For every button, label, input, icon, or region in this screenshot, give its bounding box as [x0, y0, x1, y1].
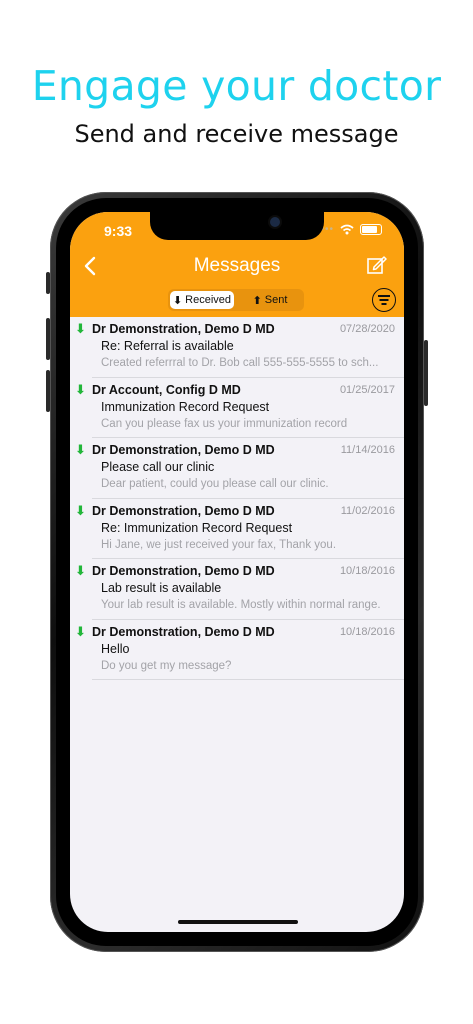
tab-received-label: Received [185, 294, 232, 306]
arrow-down-icon: ⬇ [172, 294, 183, 307]
message-sender: Dr Demonstration, Demo D MD [92, 564, 275, 578]
message-row[interactable]: ⬇ Dr Demonstration, Demo D MD 10/18/2016… [70, 620, 404, 680]
filter-icon-line [381, 303, 387, 305]
filter-icon-line [379, 299, 389, 301]
compose-button[interactable] [366, 254, 388, 276]
message-list: ⬇ Dr Demonstration, Demo D MD 07/28/2020… [70, 317, 404, 680]
received-arrow-icon: ⬇ [75, 442, 86, 457]
message-subject: Immunization Record Request [101, 399, 270, 414]
notch [150, 212, 324, 240]
message-row[interactable]: ⬇ Dr Demonstration, Demo D MD 07/28/2020… [70, 317, 404, 378]
message-preview: Can you please fax us your immunization … [101, 417, 348, 430]
message-subject: Hello [101, 641, 130, 656]
message-date: 11/14/2016 [340, 444, 395, 456]
tab-received[interactable]: ⬇ Received [170, 291, 234, 309]
message-subject: Lab result is available [101, 581, 222, 595]
nav-title: Messages [193, 255, 281, 276]
message-preview: Do you get my message? [101, 659, 232, 672]
message-preview: Dear patient, could you please call our … [101, 478, 329, 490]
compose-icon [367, 256, 387, 274]
row-divider [92, 679, 404, 680]
message-subject: Re: Referral is available [101, 339, 234, 353]
received-arrow-icon: ⬇ [75, 502, 86, 518]
filter-icon-line [378, 295, 390, 297]
received-sent-segment: ⬇ Received ⬆ Sent [168, 289, 304, 311]
message-subject: Re: Immunization Record Request [101, 520, 293, 535]
promo-headline: Engage your doctor [31, 62, 442, 110]
home-indicator [178, 920, 298, 924]
message-preview: Your lab result is available. Mostly wit… [101, 599, 381, 611]
status-time: 9:33 [104, 223, 133, 239]
promo-subheadline: Send and receive message [74, 120, 399, 148]
message-date: 07/28/2020 [339, 323, 395, 335]
message-sender: Dr Demonstration, Demo D MD [92, 624, 275, 639]
message-row[interactable]: ⬇ Dr Account, Config D MD 01/25/2017 Imm… [70, 378, 404, 438]
status-icons: •••• [316, 224, 382, 235]
message-date: 10/18/2016 [339, 565, 395, 577]
received-arrow-icon: ⬇ [75, 623, 86, 639]
message-row[interactable]: ⬇ Dr Demonstration, Demo D MD 10/18/2016… [70, 559, 404, 620]
received-arrow-icon: ⬇ [75, 381, 86, 397]
message-row[interactable]: ⬇ Dr Demonstration, Demo D MD 11/14/2016… [70, 438, 404, 499]
filter-button[interactable] [372, 288, 396, 312]
wifi-icon [340, 224, 354, 235]
message-sender: Dr Demonstration, Demo D MD [92, 443, 275, 457]
message-subject: Please call our clinic [101, 460, 215, 474]
phone-screen: 9:33 •••• Messages ⬇ Received ⬆ Sent ⬇ D… [70, 212, 404, 932]
phone-power-button [424, 340, 428, 406]
received-arrow-icon: ⬇ [75, 563, 86, 578]
message-preview: Created referrral to Dr. Bob call 555-55… [101, 357, 379, 369]
message-sender: Dr Account, Config D MD [92, 382, 241, 397]
message-preview: Hi Jane, we just received your fax, Than… [101, 538, 337, 551]
arrow-up-icon: ⬆ [252, 294, 262, 307]
message-date: 01/25/2017 [339, 383, 395, 396]
message-date: 11/02/2016 [340, 504, 395, 517]
message-row[interactable]: ⬇ Dr Demonstration, Demo D MD 11/02/2016… [70, 499, 404, 559]
tab-sent-label: Sent [264, 294, 288, 306]
battery-icon [360, 224, 382, 235]
message-date: 10/18/2016 [339, 625, 395, 638]
front-camera [268, 215, 282, 229]
tab-sent[interactable]: ⬆ Sent [238, 291, 302, 309]
message-sender: Dr Demonstration, Demo D MD [92, 322, 275, 336]
received-arrow-icon: ⬇ [75, 321, 86, 336]
message-sender: Dr Demonstration, Demo D MD [92, 503, 275, 518]
